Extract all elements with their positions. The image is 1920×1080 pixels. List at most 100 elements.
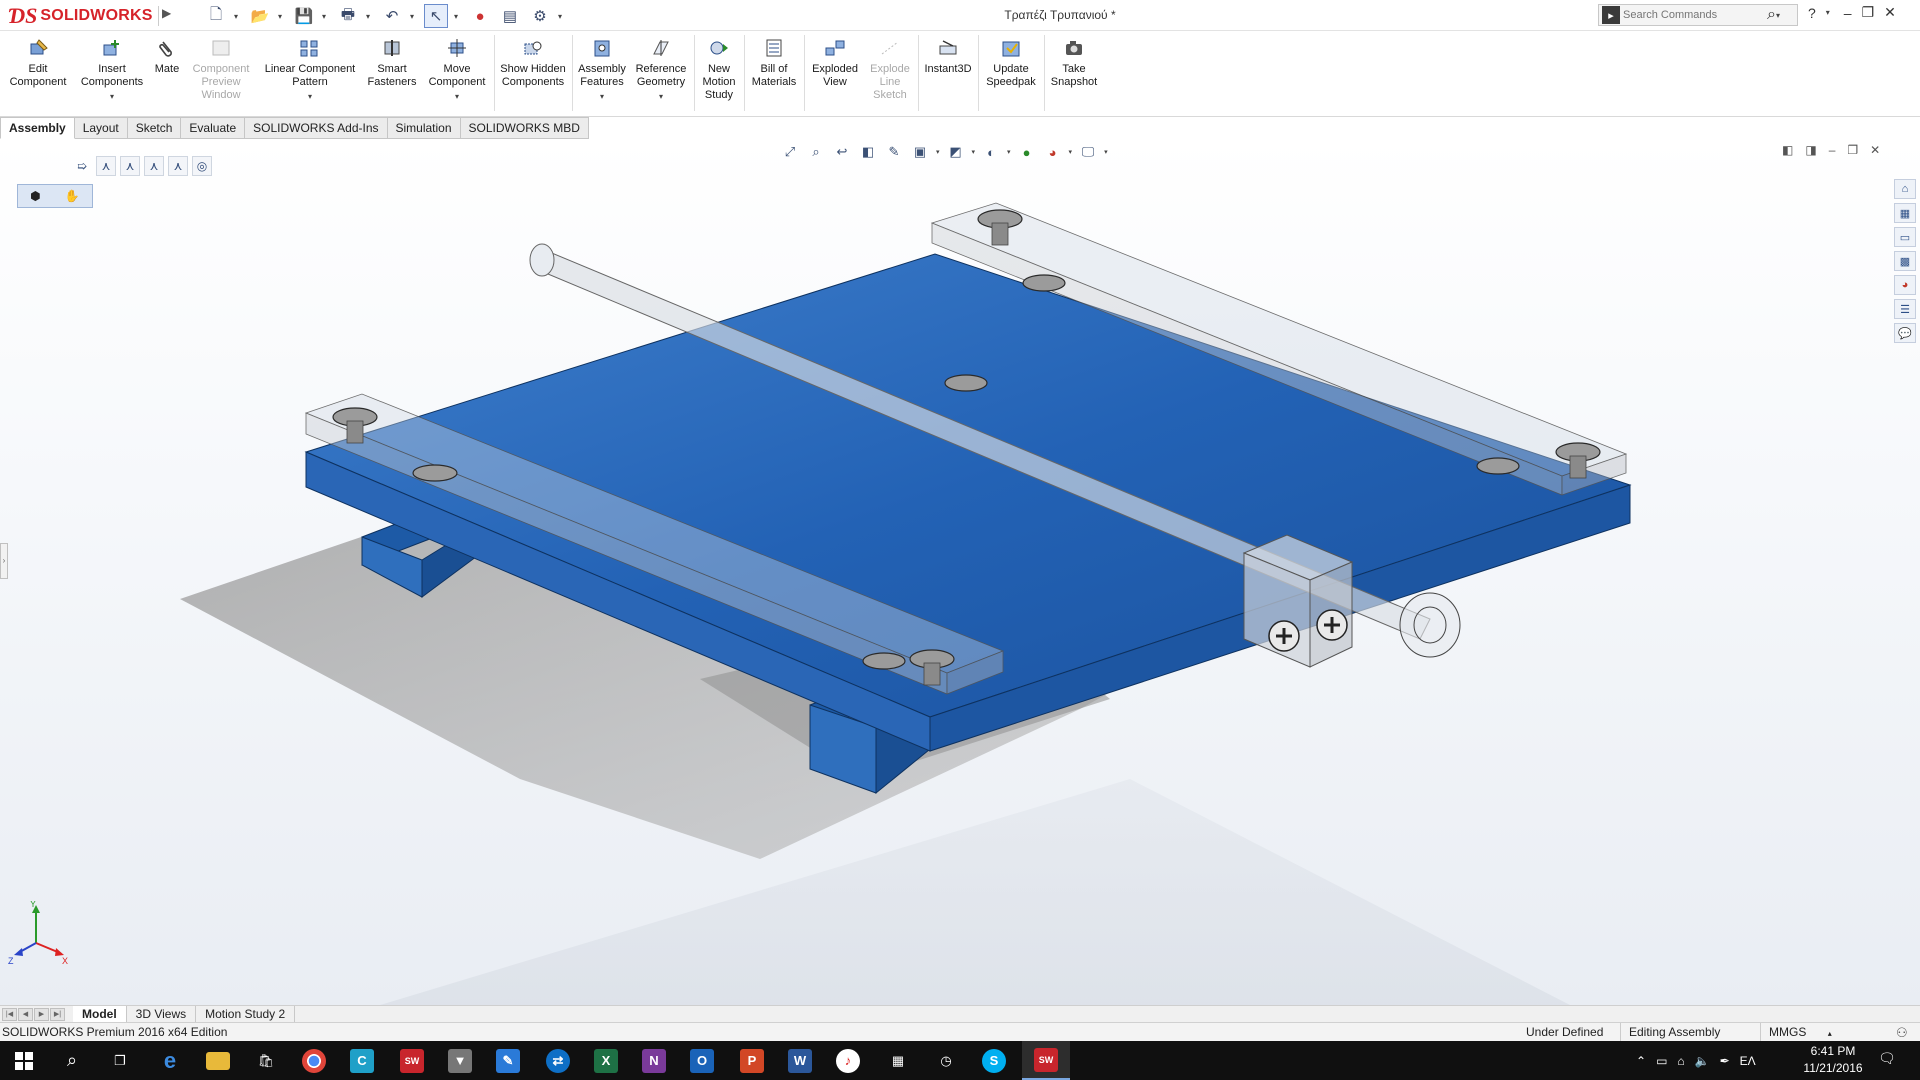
solidworks-logo[interactable]: ƊS SOLIDWORKS [8, 2, 156, 30]
undo-dropdown-icon[interactable]: ▾ [410, 12, 418, 21]
mate-button[interactable]: Mate [152, 37, 182, 76]
input-language[interactable]: ΕΛ [1740, 1054, 1756, 1068]
search-input[interactable] [1623, 9, 1763, 21]
explode-line-sketch-button[interactable]: Explode Line Sketch [866, 37, 914, 102]
open-dropdown-icon[interactable]: ▾ [278, 12, 286, 21]
move-component-dropdown-icon[interactable]: ▾ [455, 90, 459, 103]
search-scope-icon[interactable]: ▸ [1602, 6, 1620, 24]
linear-component-pattern-button[interactable]: Linear Component Pattern ▾ [260, 37, 360, 103]
help-icon[interactable]: ? [1808, 5, 1816, 21]
file-explorer-icon[interactable]: ▭ [1894, 227, 1916, 247]
edit-component-button[interactable]: Edit Component [6, 37, 70, 89]
tray-expand-chevron-icon[interactable]: ⌃ [1636, 1054, 1646, 1068]
options-gear-icon[interactable]: ⚙ [528, 4, 552, 28]
view-palette-icon[interactable]: ▩ [1894, 251, 1916, 271]
search-icon[interactable]: ⌕ [1767, 6, 1776, 24]
excel-button[interactable]: X [582, 1041, 630, 1080]
solidworks-2016-window-button[interactable]: SW [1022, 1041, 1070, 1080]
file-explorer-button[interactable] [194, 1041, 242, 1080]
filter-target-icon[interactable]: ◎ [192, 156, 212, 176]
close-icon[interactable]: ✕ [1884, 4, 1896, 21]
component-preview-window-button[interactable]: Component Preview Window [188, 37, 254, 102]
previous-view-icon[interactable]: ↩ [832, 142, 852, 162]
hide-show-dropdown-icon[interactable]: ▾ [1007, 148, 1011, 156]
battery-icon[interactable]: ▭ [1656, 1054, 1667, 1068]
take-snapshot-button[interactable]: Take Snapshot [1048, 37, 1100, 89]
new-dropdown-icon[interactable]: ▾ [234, 12, 242, 21]
onenote-button[interactable]: N [630, 1041, 678, 1080]
assembly-features-button[interactable]: Assembly Features ▾ [576, 37, 628, 103]
save-dropdown-icon[interactable]: ▾ [322, 12, 330, 21]
open-folder-icon[interactable]: 📂 [248, 4, 272, 28]
tab-sketch[interactable]: Sketch [127, 117, 182, 139]
ccleaner-button[interactable]: C [338, 1041, 386, 1080]
tab-layout[interactable]: Layout [74, 117, 128, 139]
search-commands-box[interactable]: ▸ ⌕ ▾ [1598, 4, 1798, 26]
component-cube-icon[interactable]: ⬢ [30, 189, 40, 203]
select-pointer-icon[interactable]: ↖ [424, 4, 448, 28]
store-button[interactable]: 🛍 [242, 1041, 290, 1080]
filter-faces-icon[interactable]: ⋏ [144, 156, 164, 176]
help-dropdown-icon[interactable]: ▾ [1826, 8, 1834, 17]
action-center-icon[interactable]: 🗨 [1878, 1050, 1896, 1067]
apply-scene-icon[interactable]: ◕ [1043, 142, 1063, 162]
edge-browser-button[interactable]: e [146, 1041, 194, 1080]
update-speedpak-button[interactable]: Update Speedpak [982, 37, 1040, 89]
view-orientation-icon[interactable]: ▣ [910, 142, 930, 162]
pen-ink-icon[interactable]: ✒ [1720, 1054, 1730, 1068]
dynamic-annotation-icon[interactable]: ✎ [884, 142, 904, 162]
bill-of-materials-button[interactable]: Bill of Materials [748, 37, 800, 89]
first-tab-arrow-icon[interactable]: |◀ [2, 1007, 17, 1021]
smart-fasteners-button[interactable]: Smart Fasteners [364, 37, 420, 89]
move-component-button[interactable]: Move Component ▾ [424, 37, 490, 103]
appearances-scenes-icon[interactable]: ◕ [1894, 275, 1916, 295]
restore-icon[interactable]: ❐ [1862, 4, 1875, 21]
unit-system-selector[interactable]: MMGS ▴ [1760, 1023, 1840, 1043]
assembly-features-dropdown-icon[interactable]: ▾ [600, 90, 604, 103]
assembly-model[interactable] [0, 139, 1920, 1005]
tab-evaluate[interactable]: Evaluate [181, 117, 246, 139]
file-properties-icon[interactable]: ▤ [498, 4, 522, 28]
search-dropdown-icon[interactable]: ▾ [1776, 11, 1784, 20]
paint-app-button[interactable]: ✎ [484, 1041, 532, 1080]
tab-motion-study-2[interactable]: Motion Study 2 [196, 1005, 296, 1023]
save-icon[interactable]: 💾 [292, 4, 316, 28]
solidworks-2016-launcher-button[interactable]: SW [388, 1041, 436, 1080]
filter-vertices-icon[interactable]: ⋏ [120, 156, 140, 176]
calculator-button[interactable]: ▦ [874, 1041, 922, 1080]
minimize-icon[interactable]: – [1844, 5, 1852, 21]
display-style-icon[interactable]: ◩ [946, 142, 966, 162]
display-style-dropdown-icon[interactable]: ▾ [972, 148, 976, 156]
hide-show-items-icon[interactable]: ◐ [981, 142, 1001, 162]
network-icon[interactable]: ⌂ [1677, 1054, 1684, 1068]
rebuild-traffic-light-icon[interactable]: ● [468, 4, 492, 28]
feature-manager-expand-handle[interactable]: › [0, 543, 8, 579]
teamviewer-button[interactable]: ⇄ [534, 1041, 582, 1080]
tab-solidworks-add-ins[interactable]: SOLIDWORKS Add-Ins [245, 117, 388, 139]
reference-geometry-button[interactable]: Reference Geometry ▾ [632, 37, 690, 103]
linear-pattern-dropdown-icon[interactable]: ▾ [308, 90, 312, 103]
print-icon[interactable]: 🖶 [336, 4, 360, 28]
viewport-minimize-icon[interactable]: – [1829, 143, 1836, 157]
undo-icon[interactable]: ↶ [380, 4, 404, 28]
insert-components-button[interactable]: Insert Components ▾ [76, 37, 148, 103]
view-settings-monitor-icon[interactable]: 🖵 [1078, 142, 1098, 162]
next-tab-arrow-icon[interactable]: ▶ [34, 1007, 49, 1021]
show-hidden-components-button[interactable]: Show Hidden Components [500, 37, 566, 89]
volume-icon[interactable]: 🔈 [1695, 1054, 1710, 1068]
filter-sketch-icon[interactable]: ⋏ [168, 156, 188, 176]
component-hand-icon[interactable]: ✋ [65, 189, 80, 203]
powerpoint-button[interactable]: P [728, 1041, 776, 1080]
itunes-button[interactable]: ♪ [824, 1041, 872, 1080]
skype-button[interactable]: S [970, 1041, 1018, 1080]
app-launcher-button[interactable]: ▼ [436, 1041, 484, 1080]
word-button[interactable]: W [776, 1041, 824, 1080]
view-settings-dropdown-icon[interactable]: ▾ [1104, 148, 1108, 156]
menu-expand-arrow-icon[interactable]: ▶ [158, 6, 172, 26]
zoom-to-fit-icon[interactable]: ⤢ [780, 142, 800, 162]
instant3d-button[interactable]: Instant3D [922, 37, 974, 76]
zoom-to-area-icon[interactable]: ⌕ [806, 142, 826, 162]
component-selection-toggle[interactable]: ⬢ ✋ [17, 184, 93, 208]
tab-solidworks-mbd[interactable]: SOLIDWORKS MBD [460, 117, 589, 139]
alarms-clock-button[interactable]: ◷ [922, 1041, 970, 1080]
